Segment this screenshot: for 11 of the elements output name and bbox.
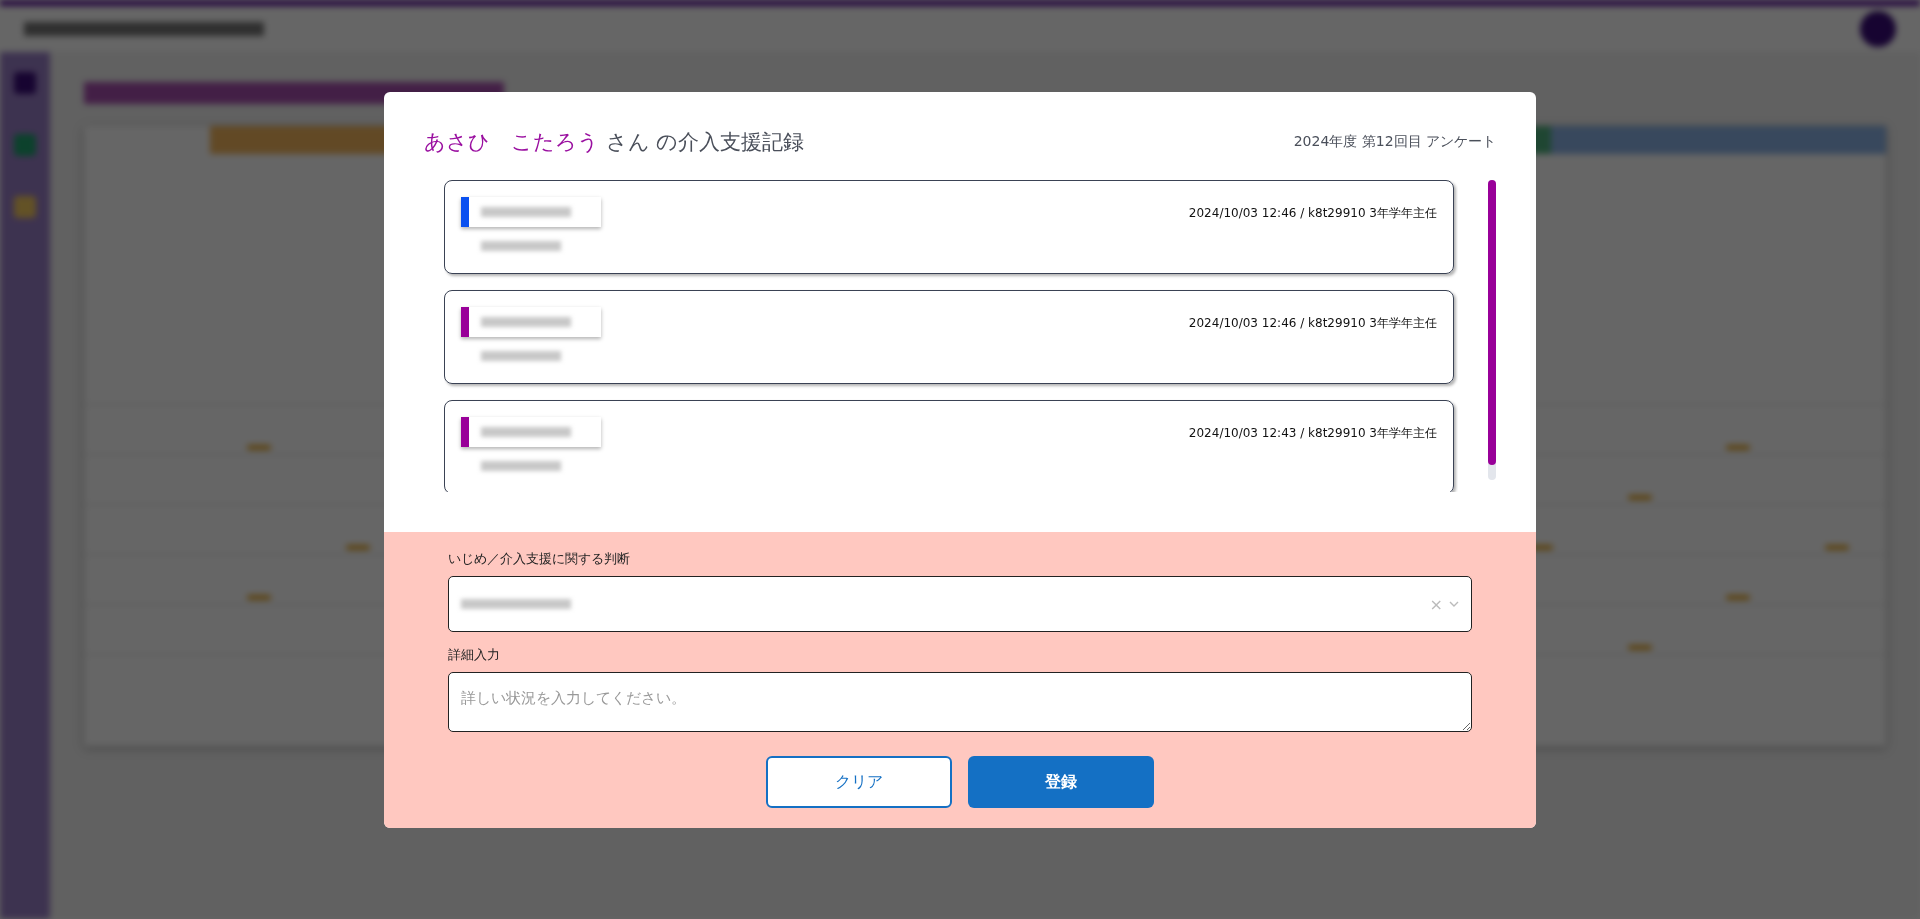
detail-input-field[interactable]: 詳しい状況を入力してください。 [448,672,1472,732]
register-button[interactable]: 登録 [968,756,1154,808]
dialog-title: あさひ こたろう さん の介入支援記録 [424,129,805,156]
record-timestamp: 2024/10/03 12:46 / k8t29910 3年学年主任 [1188,315,1437,332]
survey-label: 2024年度 第12回目 アンケート [1293,133,1496,151]
field-label: 詳細入力 [448,646,500,664]
scrollbar[interactable] [1488,180,1496,480]
field-label: いじめ／介入支援に関する判断 [448,550,630,568]
record-timestamp: 2024/10/03 12:43 / k8t29910 3年学年主任 [1188,425,1437,442]
record-timestamp: 2024/10/03 12:46 / k8t29910 3年学年主任 [1188,205,1437,222]
clear-form-button[interactable]: クリア [766,756,952,808]
